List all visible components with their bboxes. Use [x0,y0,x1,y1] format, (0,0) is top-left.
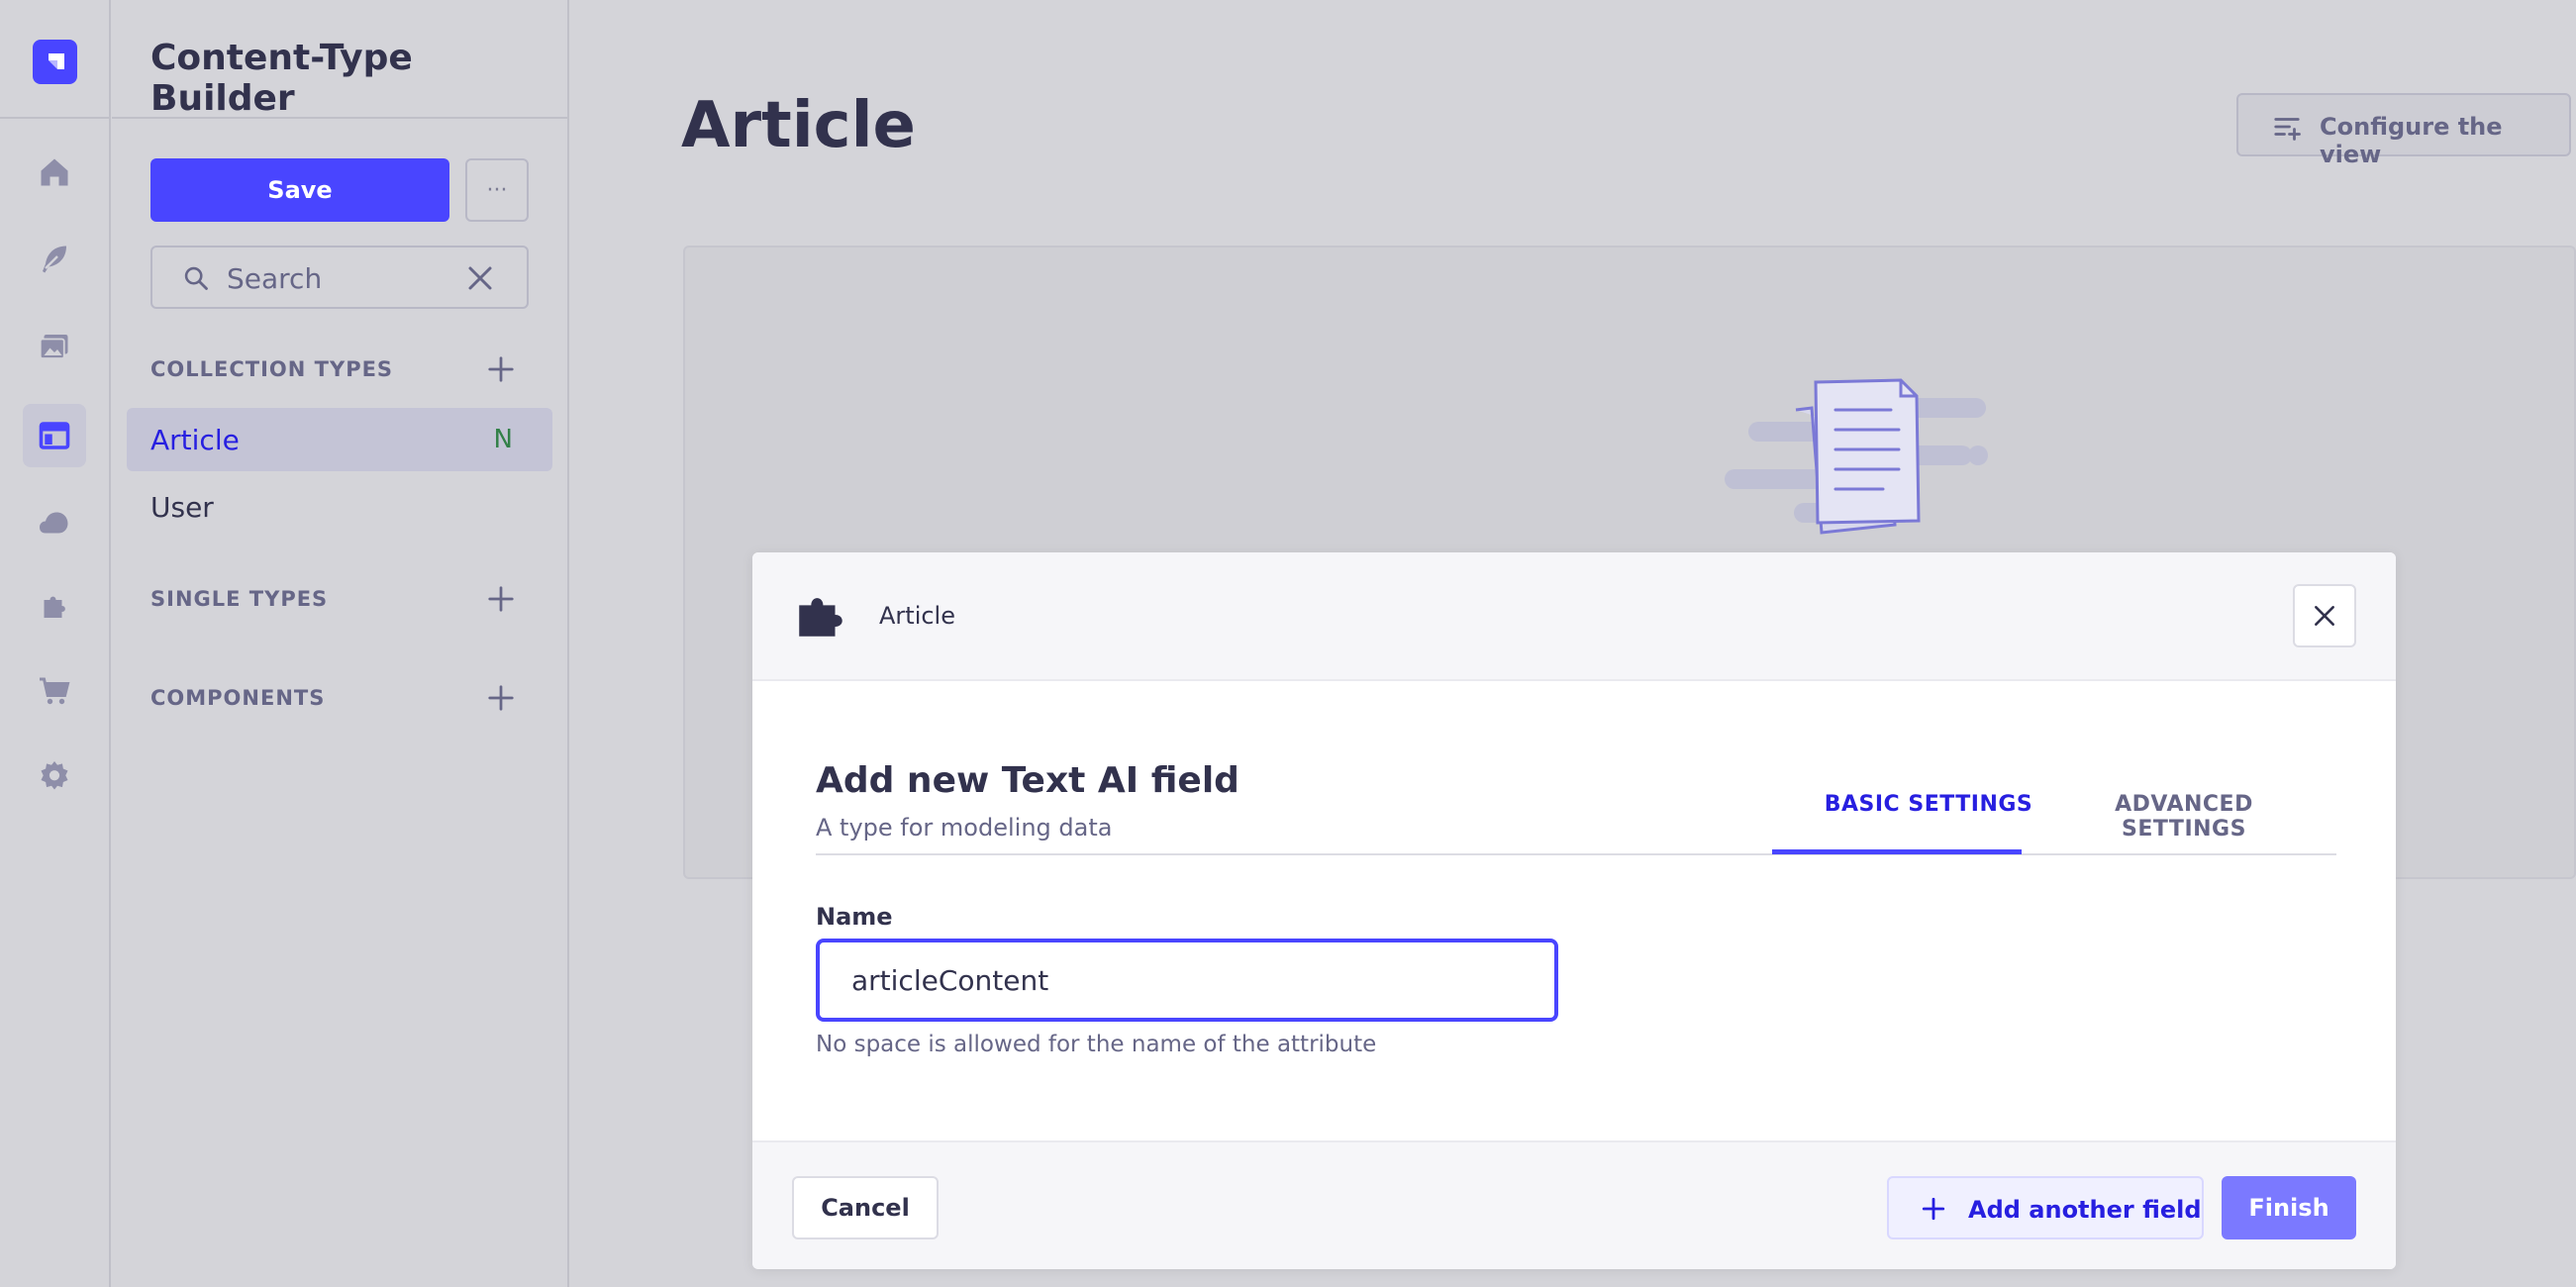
components-heading: COMPONENTS [150,686,326,710]
content-type-builder-sidebar: Content-Type Builder Save ··· Search COL… [112,0,569,1287]
plus-icon [1922,1197,1945,1221]
clear-search-icon[interactable] [465,263,495,293]
sidebar-search[interactable]: Search [150,246,529,309]
home-icon[interactable] [23,141,86,204]
search-icon [184,266,208,290]
add-collection-type-icon[interactable] [486,354,516,384]
more-label: ··· [486,177,508,203]
sidebar-item-label: User [150,490,214,524]
sidebar-item-label: Article [150,423,240,456]
add-another-field-button[interactable]: Add another field [1887,1176,2204,1239]
search-placeholder: Search [227,262,323,295]
page-title: Article [681,89,916,162]
media-library-icon[interactable] [23,315,86,378]
plugins-puzzle-icon[interactable] [23,574,86,638]
sidebar-item-user[interactable]: User [127,475,552,539]
empty-documents-illustration [1725,378,1988,535]
close-modal-button[interactable] [2293,584,2356,647]
rail-divider [0,117,111,119]
cancel-button[interactable]: Cancel [792,1176,939,1239]
single-types-heading: SINGLE TYPES [150,587,329,611]
collection-types-heading: COLLECTION TYPES [150,357,394,381]
modal-header: Article [752,552,2396,681]
sidebar-title: Content-Type Builder [150,38,413,119]
add-field-modal: Article Add new Text AI field A type for… [752,552,2396,1269]
add-single-type-icon[interactable] [486,584,516,614]
component-puzzle-icon [799,598,842,637]
name-field-hint: No space is allowed for the name of the … [816,1032,1377,1057]
close-icon [2315,606,2334,626]
tab-basic-settings[interactable]: BASIC SETTINGS [1804,792,2053,817]
feather-icon[interactable] [23,228,86,291]
modal-breadcrumb: Article [879,602,955,630]
add-component-icon[interactable] [486,683,516,713]
tab-advanced-settings[interactable]: ADVANCED SETTINGS [2053,792,2315,842]
configure-view-label: Configure the view [2320,113,2503,168]
save-button[interactable]: Save [150,158,449,222]
finish-button[interactable]: Finish [2222,1176,2356,1239]
tabs-divider [816,853,2336,855]
modal-subheading: A type for modeling data [816,814,1113,842]
sidebar-divider [112,117,567,119]
main-nav-rail [0,0,111,1287]
add-another-field-label: Add another field [1968,1196,2202,1224]
configure-view-button[interactable]: Configure the view [2236,93,2571,168]
modal-footer: Cancel Add another field Finish [752,1140,2396,1269]
more-actions-button[interactable]: ··· [465,158,529,222]
list-settings-icon [2274,118,2301,141]
settings-gear-icon[interactable] [23,744,86,808]
content-type-builder-icon[interactable] [23,404,86,467]
cloud-icon[interactable] [23,491,86,554]
strapi-logo-icon[interactable] [33,40,77,84]
name-field[interactable] [816,939,1558,1022]
active-tab-indicator [1772,849,2022,854]
modal-heading: Add new Text AI field [816,760,1239,801]
marketplace-cart-icon[interactable] [23,659,86,723]
name-field-label: Name [816,903,893,931]
sidebar-item-article[interactable]: Article N [127,408,552,471]
new-badge: N [493,425,513,454]
